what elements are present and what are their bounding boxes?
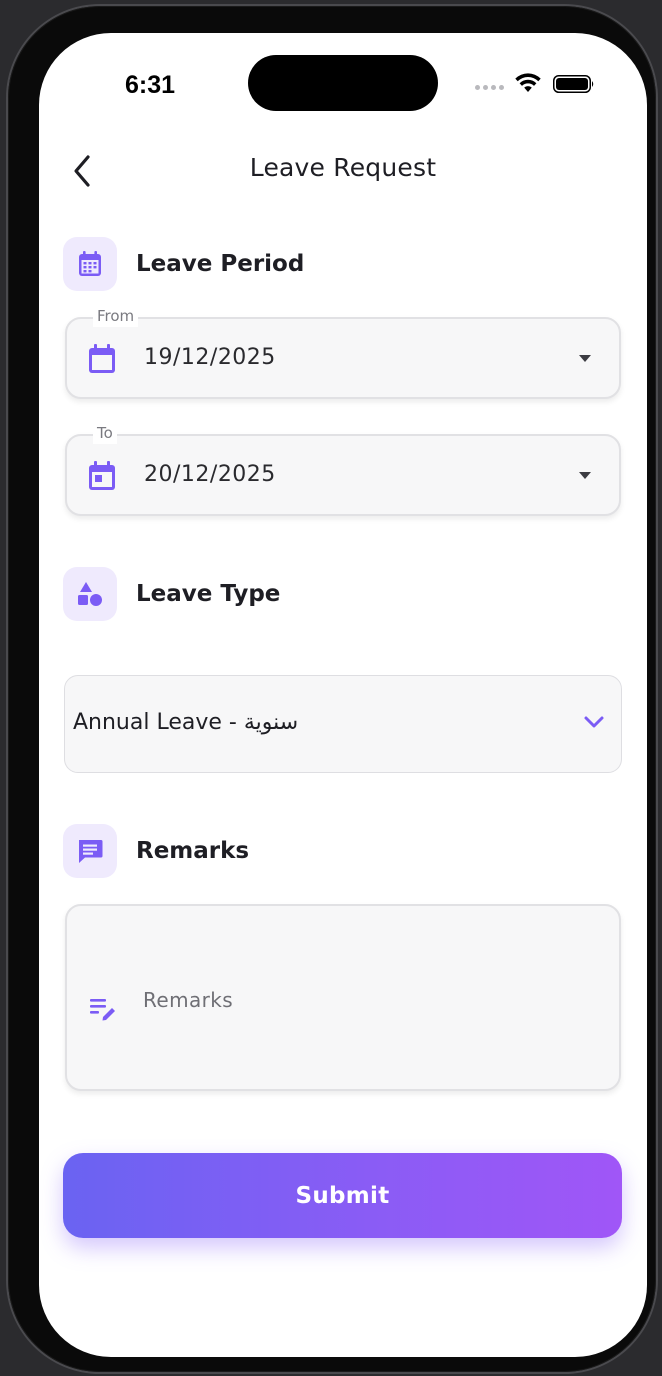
calendar-day-icon [89, 461, 115, 490]
chevron-down-icon [584, 716, 604, 728]
from-date-value: 19/12/2025 [144, 345, 276, 370]
calendar-grid-icon [63, 237, 117, 291]
remarks-input[interactable] [143, 982, 583, 1018]
page-title: Leave Request [249, 153, 437, 182]
battery-icon [553, 75, 594, 93]
leave-period-header: Leave Period [63, 237, 304, 291]
edit-note-icon [90, 999, 115, 1021]
leave-type-select[interactable]: Annual Leave - سنوية [64, 675, 622, 773]
dropdown-arrow-icon [579, 472, 591, 479]
leave-period-title: Leave Period [136, 251, 305, 277]
remarks-title: Remarks [136, 838, 250, 864]
device-frame: 6:31 Leave Request Leave Period From 19/… [8, 6, 656, 1372]
app-screen: 6:31 Leave Request Leave Period From 19/… [39, 33, 647, 1357]
leave-type-title: Leave Type [136, 581, 281, 607]
status-time: 6:31 [125, 71, 176, 99]
dynamic-island [248, 55, 438, 111]
message-icon [63, 824, 117, 878]
remarks-header: Remarks [63, 824, 249, 878]
submit-button[interactable]: Submit [63, 1153, 622, 1238]
cellular-signal-icon [475, 85, 504, 90]
to-date-label: To [93, 422, 117, 444]
leave-type-value: Annual Leave - سنوية [73, 710, 299, 735]
remarks-field[interactable] [65, 904, 621, 1091]
dropdown-arrow-icon [579, 355, 591, 362]
from-date-label: From [93, 305, 139, 327]
calendar-icon [89, 344, 115, 373]
from-date-field[interactable]: From 19/12/2025 [65, 305, 621, 399]
to-date-field[interactable]: To 20/12/2025 [65, 422, 621, 516]
to-date-value: 20/12/2025 [144, 462, 276, 487]
leave-type-header: Leave Type [63, 567, 280, 621]
wifi-icon [515, 73, 541, 92]
shapes-icon [63, 567, 117, 621]
